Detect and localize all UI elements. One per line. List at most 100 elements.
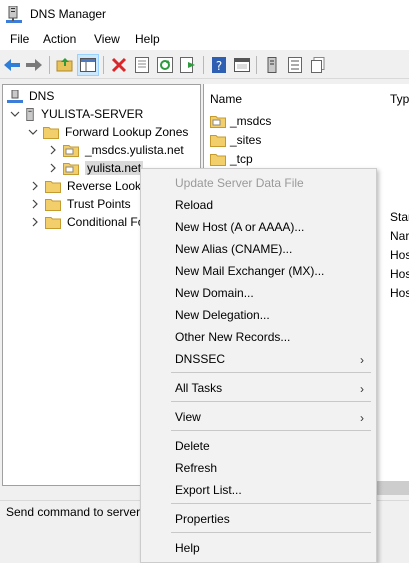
server-icon[interactable] — [262, 55, 282, 75]
menu-item-update-server-data-file[interactable]: Update Server Data File — [141, 172, 376, 194]
chevron-right-icon[interactable] — [47, 144, 59, 156]
column-header-name[interactable]: Name — [210, 92, 242, 106]
column-header-type[interactable]: Typ — [390, 92, 409, 106]
list-item-label: _tcp — [230, 152, 253, 166]
up-folder-icon[interactable] — [55, 55, 75, 75]
menu-separator — [171, 503, 371, 504]
folder-icon — [45, 216, 61, 229]
list-item-sites[interactable]: _sites — [210, 131, 261, 149]
menu-item-label: New Domain... — [175, 286, 254, 300]
menu-item-dnssec[interactable]: DNSSEC › — [141, 348, 376, 370]
list-item-msdcs[interactable]: _msdcs — [210, 112, 271, 130]
submenu-arrow-icon: › — [360, 411, 364, 425]
toolbar-separator — [203, 56, 204, 74]
show-hide-tree-icon[interactable] — [77, 54, 99, 76]
refresh-icon[interactable] — [155, 55, 175, 75]
menu-item-new-alias[interactable]: New Alias (CNAME)... — [141, 238, 376, 260]
menu-item-label: View — [175, 410, 201, 424]
tree-label-msdcs-zone: _msdcs.yulista.net — [85, 143, 184, 157]
chevron-down-icon[interactable] — [9, 108, 21, 120]
server-icon — [26, 107, 34, 121]
console-icon[interactable] — [232, 55, 252, 75]
menu-item-label: Export List... — [175, 483, 242, 497]
list-type-cell: Hos — [390, 286, 409, 300]
dns-node-icon — [7, 89, 23, 103]
menu-item-export-list[interactable]: Export List... — [141, 479, 376, 501]
tree-item-trust-points[interactable]: Trust Points — [29, 195, 131, 213]
menu-item-label: Properties — [175, 512, 230, 526]
menu-file[interactable]: File — [8, 32, 31, 46]
menu-item-delete[interactable]: Delete — [141, 435, 376, 457]
properties-icon[interactable] — [132, 55, 152, 75]
folder-icon — [43, 126, 59, 139]
menu-item-all-tasks[interactable]: All Tasks › — [141, 377, 376, 399]
list-item-tcp[interactable]: _tcp — [210, 150, 253, 168]
folder-icon — [210, 153, 226, 166]
menu-separator — [171, 372, 371, 373]
folder-icon — [45, 198, 61, 211]
chevron-down-icon[interactable] — [27, 126, 39, 138]
menu-item-new-mail-exchanger[interactable]: New Mail Exchanger (MX)... — [141, 260, 376, 282]
menu-separator — [171, 532, 371, 533]
menu-item-properties[interactable]: Properties — [141, 508, 376, 530]
menu-item-label: New Host (A or AAAA)... — [175, 220, 305, 234]
toolbar-separator — [103, 56, 104, 74]
menu-item-label: Reload — [175, 198, 214, 212]
chevron-right-icon[interactable] — [47, 162, 59, 174]
menu-item-label: All Tasks — [175, 381, 223, 395]
folder-icon — [210, 134, 226, 147]
list-item-label: _msdcs — [230, 114, 272, 128]
clipboard-icon[interactable] — [308, 55, 328, 75]
menu-item-label: Update Server Data File — [175, 176, 304, 190]
tree-item-conditional-forwarders[interactable]: Conditional Fo — [29, 213, 144, 231]
menu-item-reload[interactable]: Reload — [141, 194, 376, 216]
menu-help[interactable]: Help — [133, 32, 162, 46]
menu-item-label: New Delegation... — [175, 308, 270, 322]
menu-item-label: Help — [175, 541, 200, 555]
zone-icon — [63, 162, 79, 175]
dns-manager-icon — [6, 6, 22, 23]
menu-item-label: DNSSEC — [175, 352, 226, 366]
menu-item-other-new-records[interactable]: Other New Records... — [141, 326, 376, 348]
menu-item-new-domain[interactable]: New Domain... — [141, 282, 376, 304]
tree-label-dns: DNS — [29, 89, 55, 103]
tree-label-trust-points: Trust Points — [67, 197, 131, 211]
tree-item-dns[interactable]: DNS — [7, 87, 54, 105]
chevron-right-icon[interactable] — [29, 216, 41, 228]
tree-item-reverse-lookup-zones[interactable]: Reverse Looku — [29, 177, 148, 195]
menu-item-label: New Alias (CNAME)... — [175, 242, 293, 256]
folder-icon — [45, 180, 61, 193]
menu-item-help[interactable]: Help — [141, 537, 376, 559]
chevron-right-icon[interactable] — [29, 180, 41, 192]
tree-item-forward-lookup-zones[interactable]: Forward Lookup Zones — [27, 123, 188, 141]
list-icon[interactable] — [285, 55, 305, 75]
chevron-right-icon[interactable] — [29, 198, 41, 210]
tree-item-yulista-net[interactable]: yulista.net — [47, 159, 144, 177]
list-type-cell: Hos — [390, 248, 409, 262]
back-icon[interactable] — [2, 55, 22, 75]
tree-item-server[interactable]: YULISTA-SERVER — [9, 105, 143, 123]
menu-bar: File Action View Help — [0, 30, 409, 50]
delete-icon[interactable] — [109, 55, 129, 75]
menu-item-refresh[interactable]: Refresh — [141, 457, 376, 479]
title-bar: DNS Manager — [0, 0, 409, 30]
menu-view[interactable]: View — [92, 32, 122, 46]
menu-item-view[interactable]: View › — [141, 406, 376, 428]
submenu-arrow-icon: › — [360, 353, 364, 367]
tree-item-msdcs-zone[interactable]: _msdcs.yulista.net — [47, 141, 184, 159]
menu-item-new-delegation[interactable]: New Delegation... — [141, 304, 376, 326]
list-item-label: _sites — [230, 133, 262, 147]
menu-action[interactable]: Action — [41, 32, 78, 46]
menu-item-new-host[interactable]: New Host (A or AAAA)... — [141, 216, 376, 238]
menu-item-label: New Mail Exchanger (MX)... — [175, 264, 325, 278]
menu-separator — [171, 430, 371, 431]
toolbar-separator — [49, 56, 50, 74]
export-list-icon[interactable] — [178, 55, 198, 75]
menu-separator — [171, 401, 371, 402]
status-text: Send command to server — [6, 505, 141, 519]
help-icon[interactable]: ? — [209, 55, 229, 75]
forward-icon[interactable] — [24, 55, 44, 75]
tree-label-server: YULISTA-SERVER — [41, 107, 144, 121]
tree-label-reverse-lookup-zones: Reverse Looku — [67, 179, 148, 193]
context-menu: Update Server Data File Reload New Host … — [140, 168, 377, 563]
